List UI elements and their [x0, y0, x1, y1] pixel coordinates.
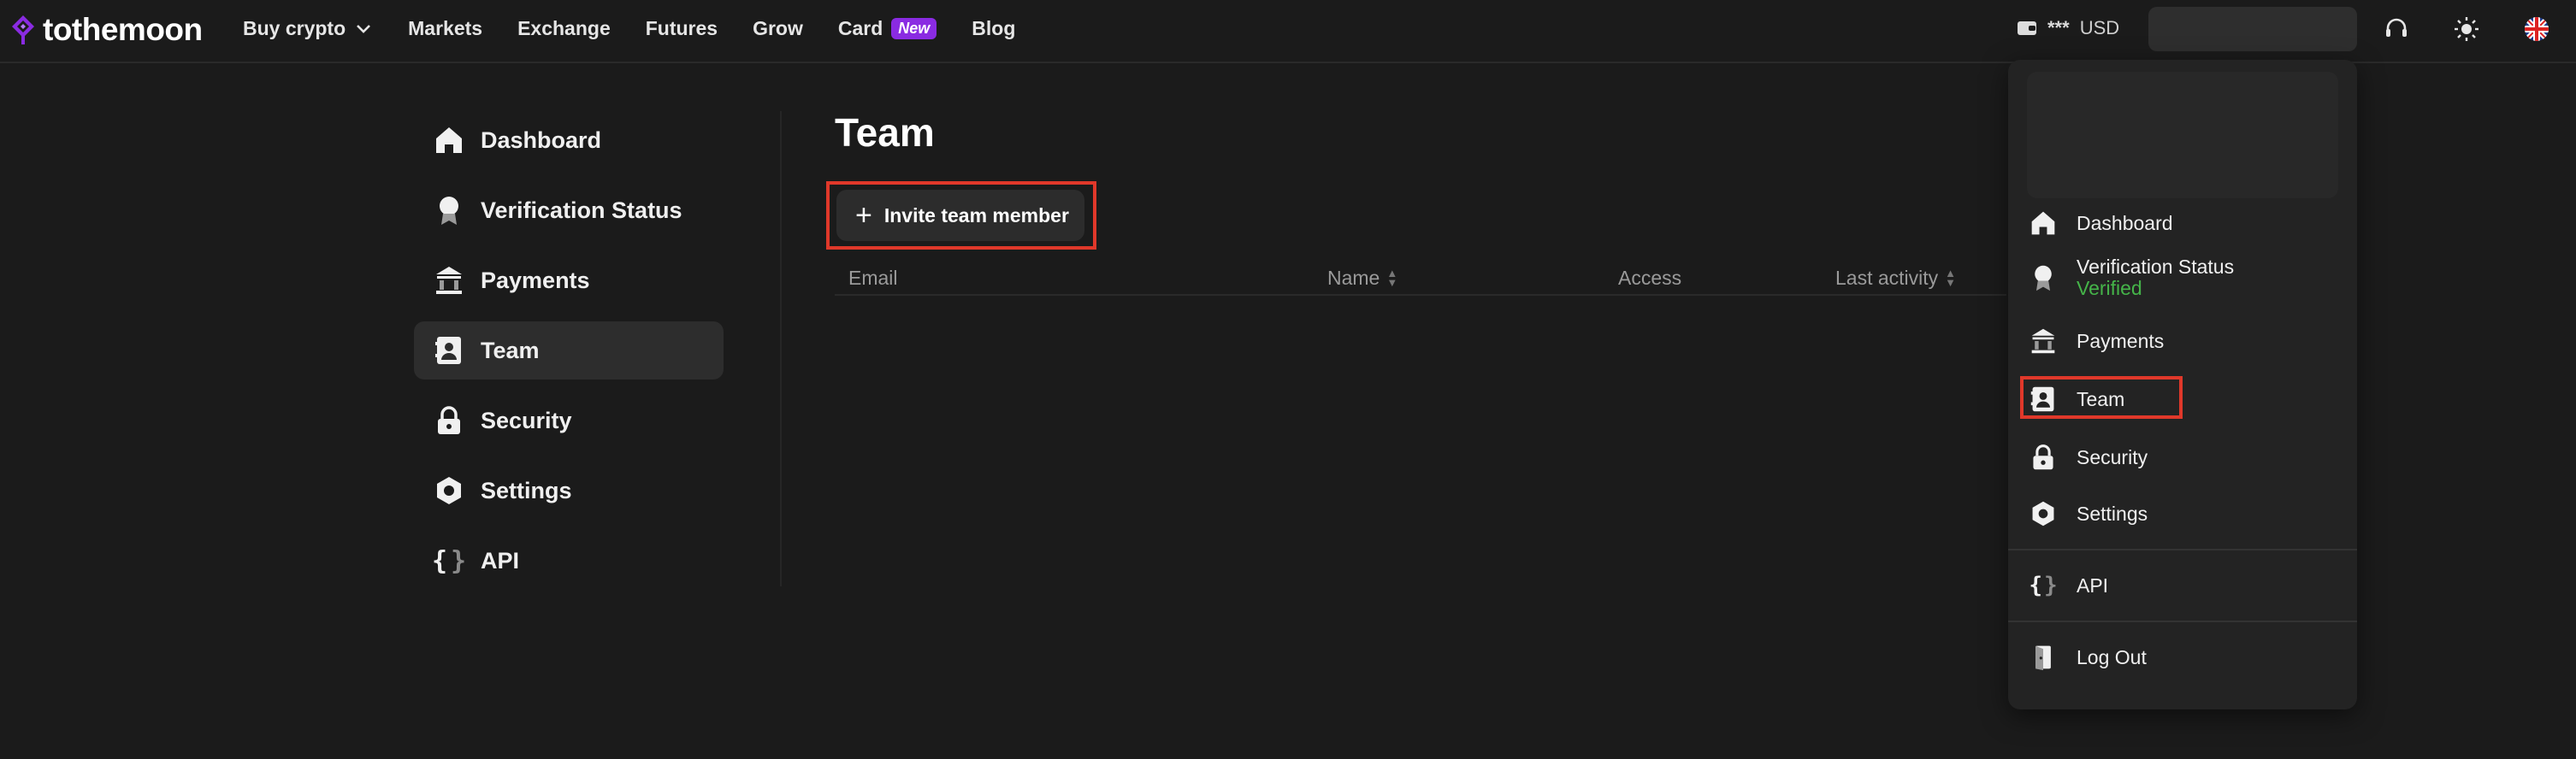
sidebar-item-label: API — [481, 547, 520, 574]
logout-icon — [2029, 643, 2058, 672]
menu-item-logout[interactable]: Log Out — [2029, 643, 2147, 672]
sidebar-item-label: Security — [481, 407, 572, 433]
settings-sidebar: Dashboard Verification Status Payments T… — [414, 111, 724, 602]
nav-blog-label: Blog — [972, 16, 1016, 39]
sidebar-item-team[interactable]: Team — [414, 321, 724, 380]
brand-logo[interactable]: tothemoon — [12, 12, 203, 48]
plus-icon: + — [855, 199, 872, 232]
wallet-currency: USD — [2079, 17, 2120, 38]
invite-team-member-button[interactable]: + Invite team member — [836, 190, 1084, 241]
home-icon — [2029, 209, 2058, 238]
wallet-masked-value: *** — [2047, 17, 2070, 38]
column-header-label: Email — [848, 267, 898, 289]
brand-name: tothemoon — [43, 12, 203, 47]
nav-futures[interactable]: Futures — [646, 17, 718, 40]
badge-icon — [433, 194, 465, 227]
sort-icon: ▲ ▼ — [1386, 267, 1398, 289]
team-icon — [433, 334, 465, 367]
bank-icon — [2029, 327, 2058, 356]
sidebar-item-security[interactable]: Security — [414, 391, 724, 450]
nav-grow-label: Grow — [753, 16, 803, 39]
nav-markets-label: Markets — [408, 16, 483, 39]
menu-item-dashboard[interactable]: Dashboard — [2029, 209, 2173, 238]
sidebar-item-label: Settings — [481, 477, 572, 503]
sidebar-item-label: Dashboard — [481, 126, 602, 153]
nav-card[interactable]: Card New — [837, 16, 937, 40]
menu-item-label: Verification Status — [2077, 256, 2235, 278]
nav-futures-label: Futures — [645, 16, 718, 39]
home-icon — [433, 124, 465, 156]
verified-status: Verified — [2077, 277, 2142, 300]
column-header-access[interactable]: Access — [1618, 267, 1681, 290]
api-icon: {} — [431, 545, 467, 576]
nav-exchange[interactable]: Exchange — [517, 17, 611, 40]
sidebar-item-label: Team — [481, 337, 540, 363]
sidebar-item-label: Verification Status — [481, 197, 682, 223]
column-header-label: Access — [1618, 267, 1682, 289]
nav-card-label: Card — [837, 16, 883, 39]
account-summary-card — [2027, 72, 2338, 198]
logo-mark-icon — [12, 15, 34, 44]
invite-button-label: Invite team member — [883, 203, 1069, 227]
menu-item-api[interactable]: {} API — [2029, 571, 2108, 600]
main-nav: Buy crypto Markets Exchange Futures Grow… — [243, 0, 1050, 56]
column-header-email[interactable]: Email — [848, 267, 898, 290]
menu-item-label: Payments — [2077, 329, 2165, 352]
bank-icon — [433, 264, 465, 297]
column-header-last-activity[interactable]: Last activity ▲ ▼ — [1835, 267, 1956, 290]
menu-item-settings[interactable]: Settings — [2029, 499, 2148, 528]
menu-item-verification[interactable]: Verification Status Verified — [2029, 256, 2234, 300]
uk-flag-icon[interactable] — [2523, 15, 2550, 43]
sidebar-item-api[interactable]: {} API — [414, 532, 724, 590]
column-header-label: Last activity — [1835, 267, 1939, 289]
menu-item-label: Settings — [2077, 502, 2148, 525]
sidebar-item-payments[interactable]: Payments — [414, 251, 724, 309]
lock-icon — [433, 404, 465, 437]
top-header: tothemoon Buy crypto Markets Exchange Fu… — [0, 0, 2576, 63]
account-button[interactable] — [2148, 7, 2357, 51]
nav-blog[interactable]: Blog — [972, 17, 1015, 40]
lock-icon — [2029, 443, 2058, 472]
sidebar-item-label: Payments — [481, 267, 590, 293]
column-header-label: Name — [1327, 267, 1380, 289]
menu-separator — [2008, 549, 2357, 550]
nav-grow[interactable]: Grow — [753, 17, 803, 40]
sidebar-item-settings[interactable]: Settings — [414, 462, 724, 520]
api-icon: {} — [2029, 573, 2058, 598]
nav-buy-crypto[interactable]: Buy crypto — [243, 17, 373, 40]
menu-item-label: Dashboard — [2077, 211, 2173, 234]
menu-item-payments[interactable]: Payments — [2029, 327, 2164, 356]
team-table-header: Email Name ▲ ▼ Access Last activity ▲ ▼ — [835, 263, 2006, 296]
column-header-name[interactable]: Name ▲ ▼ — [1327, 267, 1397, 290]
menu-separator — [2008, 621, 2357, 622]
nav-exchange-label: Exchange — [517, 16, 611, 39]
wallet-balance[interactable]: *** USD — [2017, 17, 2119, 39]
menu-item-label: Security — [2077, 445, 2148, 468]
chevron-down-icon — [357, 25, 371, 33]
new-badge: New — [891, 17, 937, 39]
nav-markets[interactable]: Markets — [408, 17, 482, 40]
sort-icon: ▲ ▼ — [1945, 267, 1957, 289]
nav-buy-crypto-label: Buy crypto — [243, 16, 346, 39]
page-title: Team — [835, 110, 935, 155]
settings-icon — [433, 474, 465, 507]
menu-item-label: API — [2077, 574, 2109, 597]
settings-icon — [2029, 499, 2058, 528]
menu-item-security[interactable]: Security — [2029, 443, 2148, 472]
menu-item-label: Log Out — [2077, 645, 2147, 668]
menu-item-text: Verification Status Verified — [2077, 256, 2234, 300]
badge-icon — [2029, 263, 2058, 292]
headset-icon[interactable] — [2383, 15, 2410, 43]
highlight-box-team — [2020, 376, 2183, 419]
sidebar-item-verification[interactable]: Verification Status — [414, 181, 724, 239]
sidebar-divider — [780, 111, 782, 586]
sidebar-item-dashboard[interactable]: Dashboard — [414, 111, 724, 169]
wallet-icon — [2018, 21, 2036, 35]
sun-icon[interactable] — [2453, 15, 2480, 43]
